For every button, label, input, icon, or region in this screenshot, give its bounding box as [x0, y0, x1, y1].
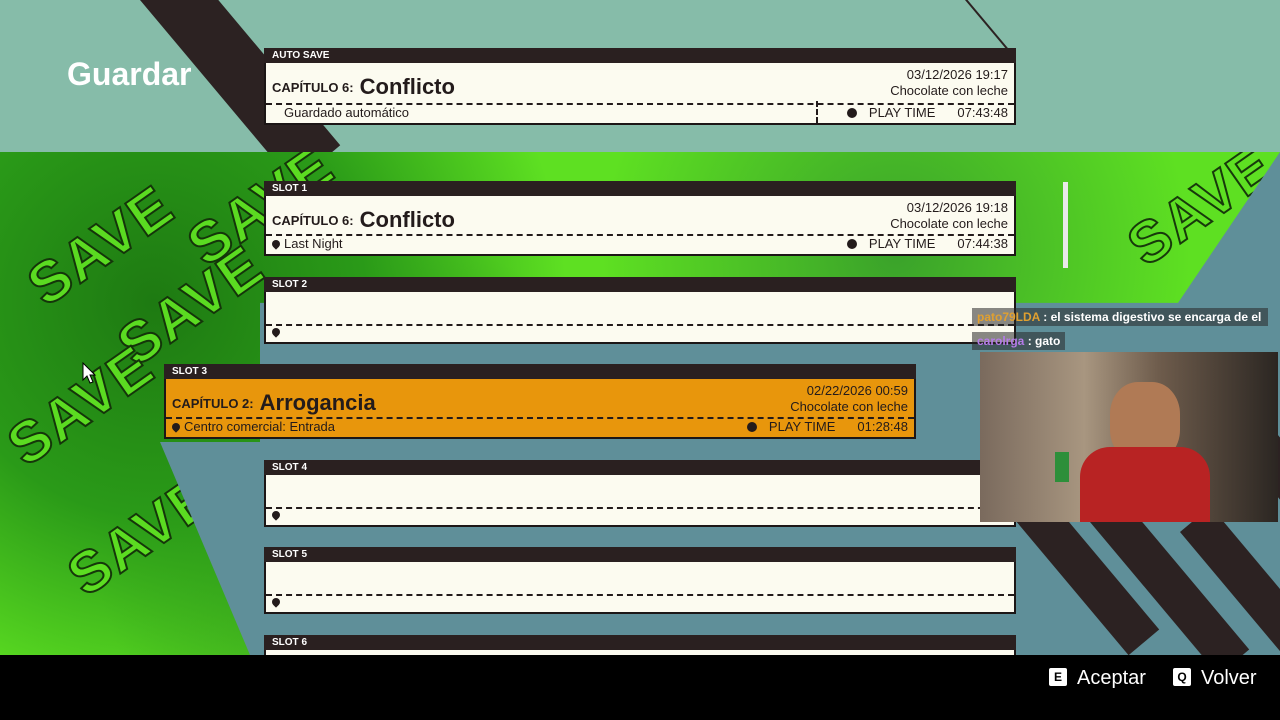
divider-vertical [816, 101, 818, 123]
save-info: 02/22/2026 00:59 Chocolate con leche [790, 383, 908, 415]
accept-label: Aceptar [1077, 667, 1146, 689]
location-pin-icon [270, 238, 282, 250]
chat-message: pato79LDA : el sistema digestivo se enca… [972, 308, 1268, 326]
chapter-name: Arrogancia [259, 390, 376, 415]
card-footer: Last Night PLAY TIME 07:44:38 [270, 234, 1008, 254]
play-time-value: 01:28:48 [857, 419, 908, 434]
save-slot-3-selected[interactable]: SLOT 3 CAPÍTULO 2: Arrogancia 02/22/2026 … [164, 364, 916, 439]
save-profile: Chocolate con leche [790, 399, 908, 414]
key-e-icon: E [1049, 668, 1067, 686]
auto-save-card[interactable]: AUTO SAVE CAPÍTULO 6: Conflicto 03/12/202… [264, 48, 1016, 125]
play-time: PLAY TIME 07:44:38 [846, 234, 1008, 254]
chapter-title: CAPÍTULO 6: Conflicto [272, 74, 455, 100]
save-profile: Chocolate con leche [890, 83, 1008, 98]
save-info: 03/12/2026 19:18 Chocolate con leche [890, 200, 1008, 232]
auto-save-tab: AUTO SAVE [264, 48, 1016, 63]
slot-tab: SLOT 6 [264, 635, 1016, 650]
save-date: 03/12/2026 19:18 [906, 200, 1008, 215]
chapter-label: CAPÍTULO 6: [272, 80, 354, 95]
card-footer [270, 322, 1008, 342]
location-pin-icon [270, 509, 282, 521]
scrollbar[interactable] [1063, 182, 1068, 268]
chat-username: pato79LDA [977, 310, 1040, 324]
chat-text: gato [1035, 334, 1061, 348]
clock-icon [846, 108, 857, 118]
webcam-feed [980, 352, 1278, 522]
chapter-title: CAPÍTULO 6: Conflicto [272, 207, 455, 233]
slot-tab: SLOT 3 [164, 364, 916, 379]
slot-tab: SLOT 4 [264, 460, 1016, 475]
clock-icon [746, 422, 757, 432]
background-device [1055, 452, 1069, 482]
save-date: 03/12/2026 19:17 [906, 67, 1008, 82]
slot-tab: SLOT 1 [264, 181, 1016, 196]
chapter-label: CAPÍTULO 2: [172, 396, 254, 411]
play-time-value: 07:44:38 [957, 236, 1008, 251]
chapter-name: Conflicto [359, 207, 455, 232]
save-location: Centro comercial: Entrada [184, 419, 336, 434]
save-info: 03/12/2026 19:17 Chocolate con leche [890, 67, 1008, 99]
chat-username: carolrga [977, 334, 1025, 348]
card-footer [270, 592, 1008, 612]
accept-button[interactable]: E Aceptar [1049, 667, 1146, 690]
play-time-label: PLAY TIME [768, 419, 836, 434]
chapter-title: CAPÍTULO 2: Arrogancia [172, 390, 376, 416]
back-button[interactable]: Q Volver [1173, 667, 1257, 690]
header-stripe-thin [965, 0, 1012, 54]
save-location: Guardado automático [284, 105, 410, 120]
card-footer: Guardado automático PLAY TIME 07:43:48 [272, 101, 1008, 123]
play-time-label: PLAY TIME [868, 236, 936, 251]
chat-text: el sistema digestivo se encarga de el [1050, 310, 1262, 324]
back-label: Volver [1201, 667, 1257, 689]
card-footer: Centro comercial: Entrada PLAY TIME 01:2… [170, 417, 908, 437]
play-time: PLAY TIME 01:28:48 [746, 417, 908, 437]
save-date: 02/22/2026 00:59 [806, 383, 908, 398]
save-slot-5[interactable]: SLOT 5 [264, 547, 1016, 614]
play-time-value: 07:43:48 [957, 105, 1008, 120]
slot-tab: SLOT 5 [264, 547, 1016, 562]
chapter-label: CAPÍTULO 6: [272, 213, 354, 228]
chat-message: carolrga : gato [972, 332, 1066, 350]
page-title: Guardar [67, 56, 192, 92]
save-slot-4[interactable]: SLOT 4 [264, 460, 1016, 527]
slot-tab: SLOT 2 [264, 277, 1016, 292]
play-time: PLAY TIME 07:43:48 [846, 103, 1008, 123]
save-slot-2[interactable]: SLOT 2 [264, 277, 1016, 344]
save-slot-6[interactable]: SLOT 6 [264, 635, 1016, 655]
card-footer [270, 505, 1008, 525]
key-q-icon: Q [1173, 668, 1191, 686]
play-time-label: PLAY TIME [868, 105, 936, 120]
save-slot-1[interactable]: SLOT 1 CAPÍTULO 6: Conflicto 03/12/2026 1… [264, 181, 1016, 256]
save-pattern-word: SAVE [0, 332, 167, 480]
location-pin-icon [270, 596, 282, 608]
save-profile: Chocolate con leche [890, 216, 1008, 231]
streamer-jersey [1080, 447, 1210, 522]
clock-icon [846, 239, 857, 249]
chapter-name: Conflicto [359, 74, 455, 99]
location-pin-icon [270, 326, 282, 338]
save-location: Last Night [284, 236, 343, 251]
location-pin-icon [170, 421, 182, 433]
